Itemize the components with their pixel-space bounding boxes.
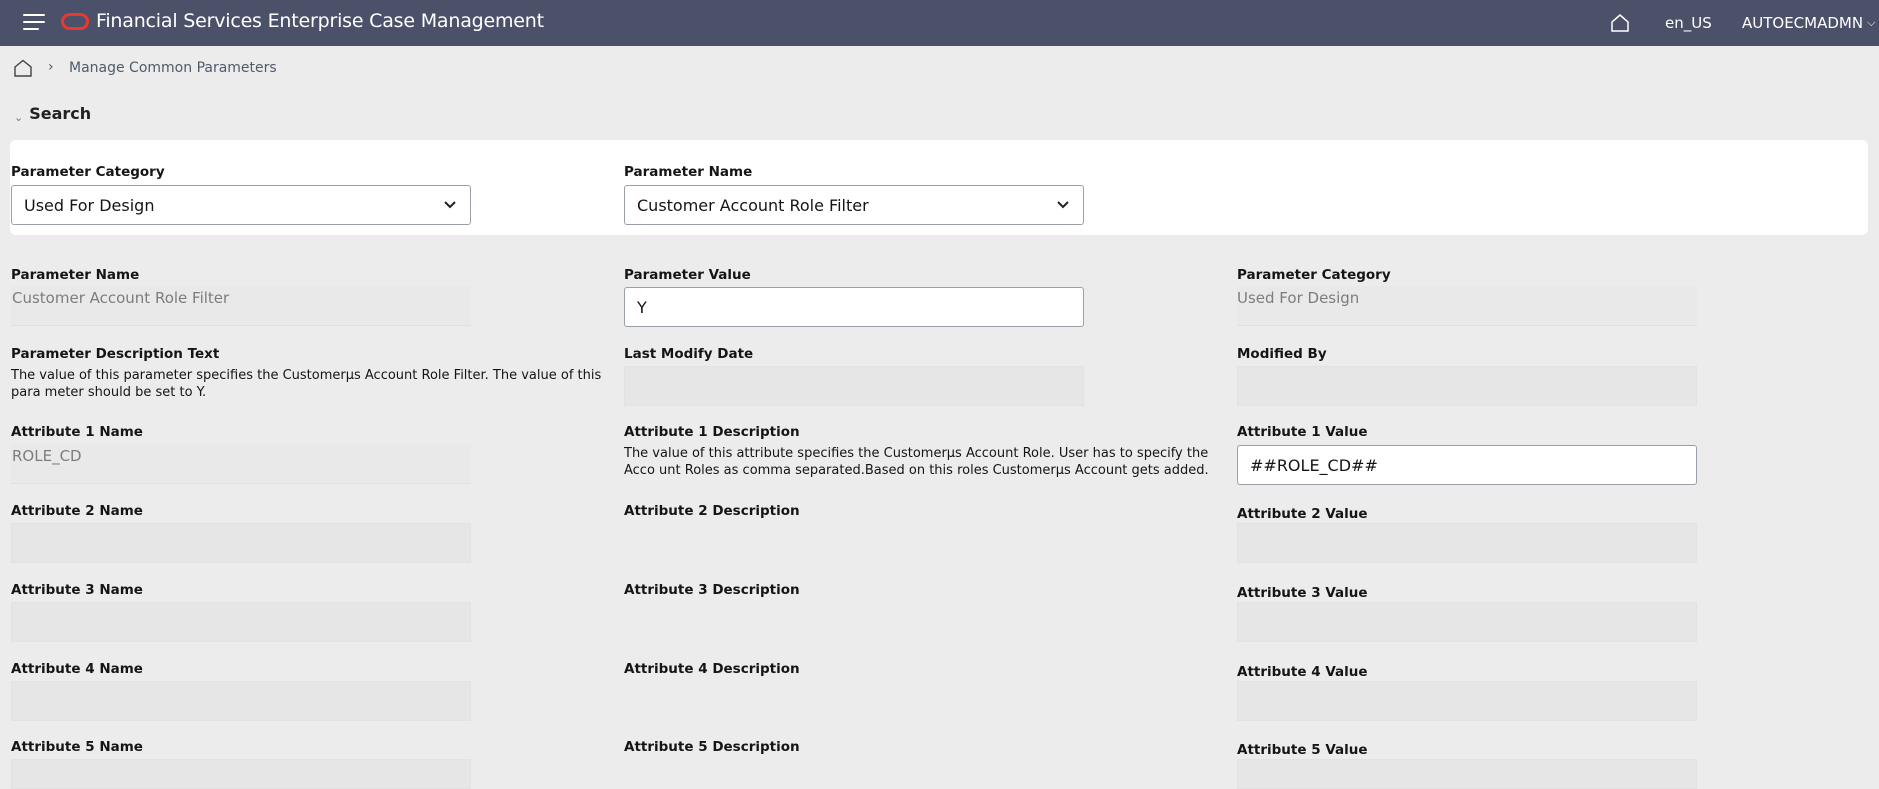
attr-2-name-label: Attribute 2 Name (11, 503, 143, 519)
param-category-value: Used For Design (1237, 289, 1360, 307)
param-value-input[interactable]: Y (624, 287, 1084, 327)
param-value-label: Parameter Value (624, 267, 751, 283)
param-name-label: Parameter Name (11, 267, 140, 283)
chevron-down-icon (1057, 201, 1069, 209)
modified-by-label: Modified By (1237, 346, 1327, 362)
user-name: AUTOECMADMN (1742, 14, 1864, 32)
attr-1-value-input[interactable]: ##ROLE_CD## (1237, 445, 1697, 485)
attr-1-name-label: Attribute 1 Name (11, 424, 143, 440)
attr-4-value-label: Attribute 4 Value (1237, 664, 1368, 680)
parameter-name-value: Customer Account Role Filter (637, 196, 869, 215)
chevron-right-icon: › (48, 59, 54, 75)
user-menu[interactable]: AUTOECMADMN ⌵ (1742, 14, 1875, 32)
app-header: Financial Services Enterprise Case Manag… (0, 0, 1879, 46)
last-modify-label: Last Modify Date (624, 346, 754, 362)
modified-by-field (1237, 366, 1697, 406)
attr-5-name-field (11, 759, 471, 789)
attr-4-name-field (11, 681, 471, 721)
desc-text-value: The value of this parameter specifies th… (11, 368, 602, 400)
search-name-label: Parameter Name (624, 164, 753, 180)
locale-selector[interactable]: en_US (1665, 14, 1712, 32)
param-name-value: Customer Account Role Filter (12, 289, 230, 307)
attr-5-name-label: Attribute 5 Name (11, 739, 143, 755)
desc-text-label: Parameter Description Text (11, 346, 220, 362)
search-category-label: Parameter Category (11, 164, 165, 180)
breadcrumb-current: Manage Common Parameters (69, 60, 277, 76)
attr-2-name-field (11, 523, 471, 563)
home-icon[interactable] (1609, 13, 1631, 33)
attr-3-value-field (1237, 602, 1697, 642)
chevron-down-icon (444, 201, 456, 209)
attr-2-desc-label: Attribute 2 Description (624, 503, 800, 519)
attr-4-desc-label: Attribute 4 Description (624, 661, 800, 677)
attr-1-desc-value: The value of this attribute specifies th… (624, 446, 1209, 478)
attr-1-desc-label: Attribute 1 Description (624, 424, 800, 440)
attr-1-value-label: Attribute 1 Value (1237, 424, 1368, 440)
last-modify-field (624, 366, 1084, 406)
parameter-category-select[interactable]: Used For Design (11, 185, 471, 225)
attr-4-name-label: Attribute 4 Name (11, 661, 143, 677)
attr-3-desc-label: Attribute 3 Description (624, 582, 800, 598)
search-toggle-label: Search (29, 104, 92, 123)
attr-3-name-field (11, 602, 471, 642)
attr-2-value-field (1237, 523, 1697, 563)
param-category-label: Parameter Category (1237, 267, 1391, 283)
attr-5-value-field (1237, 759, 1697, 789)
attr-2-value-label: Attribute 2 Value (1237, 506, 1368, 522)
attr-5-value-label: Attribute 5 Value (1237, 742, 1368, 758)
attr-3-value-label: Attribute 3 Value (1237, 585, 1368, 601)
search-section-toggle[interactable]: ⌄ Search (14, 104, 91, 124)
app-title: Financial Services Enterprise Case Manag… (96, 10, 544, 32)
parameter-name-select[interactable]: Customer Account Role Filter (624, 185, 1084, 225)
attr-4-value-field (1237, 681, 1697, 721)
oracle-logo (61, 13, 89, 30)
chevron-down-icon: ⌄ (14, 111, 24, 124)
menu-icon[interactable] (23, 14, 45, 30)
breadcrumb-home-icon[interactable] (13, 59, 33, 77)
chevron-down-icon: ⌵ (1867, 16, 1876, 29)
attr-5-desc-label: Attribute 5 Description (624, 739, 800, 755)
parameter-category-value: Used For Design (24, 196, 155, 215)
attr-1-name-value: ROLE_CD (12, 447, 82, 465)
attr-3-name-label: Attribute 3 Name (11, 582, 143, 598)
